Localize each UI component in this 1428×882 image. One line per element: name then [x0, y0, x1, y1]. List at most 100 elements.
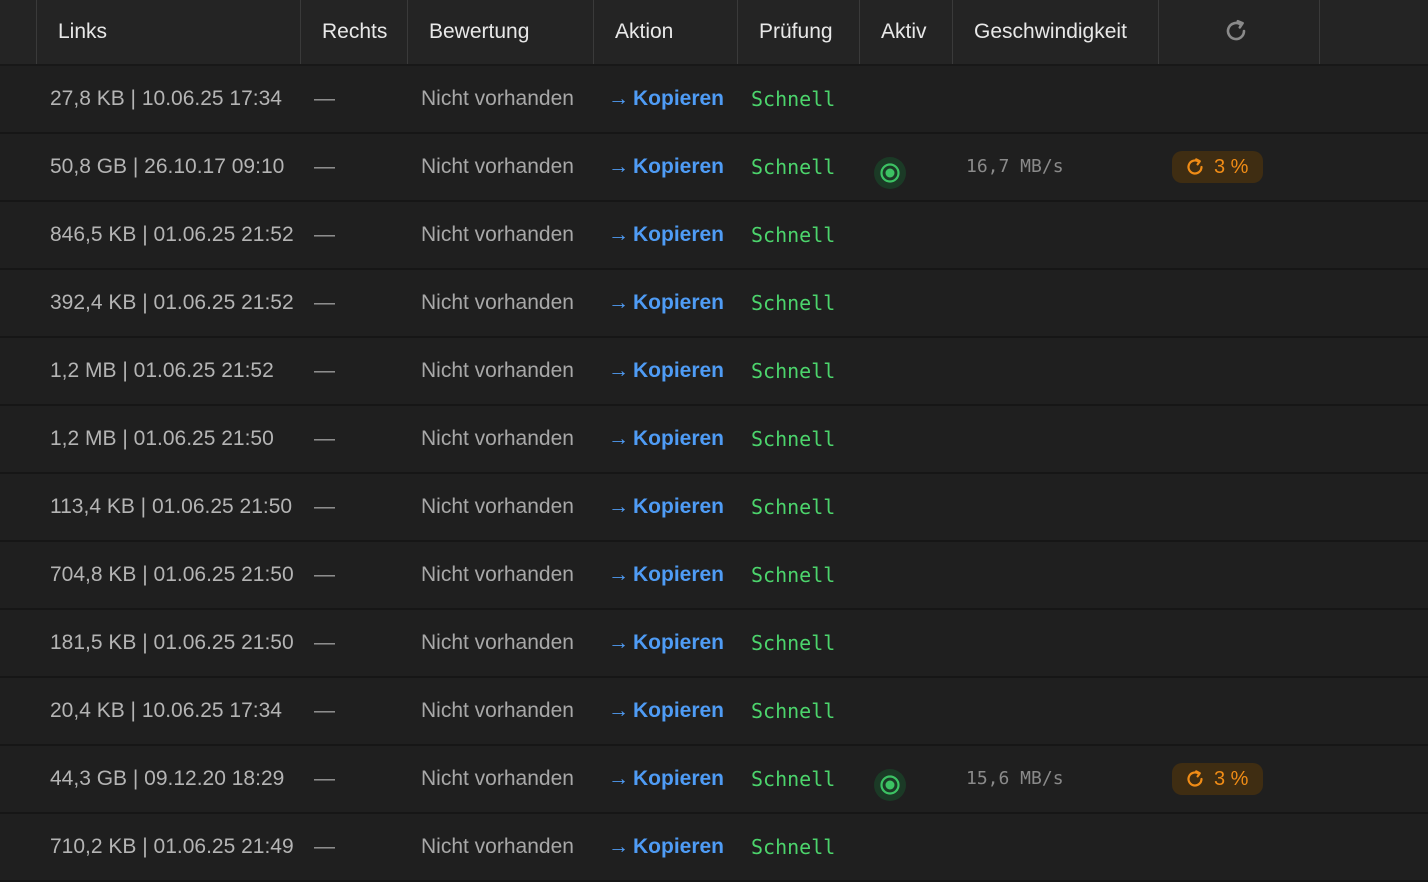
kopieren-action-label: Kopieren [633, 427, 725, 450]
column-header-rechts[interactable]: Rechts [301, 0, 408, 64]
kopieren-action-link[interactable]: → Kopieren [608, 66, 724, 132]
table-row[interactable]: 50,8 GB | 26.10.17 09:10 — Nicht vorhand… [0, 134, 1428, 202]
active-indicator-icon [873, 151, 907, 189]
pruefung-status: Schnell [751, 835, 836, 859]
links-cell: 710,2 KB | 01.06.25 21:49 [50, 835, 294, 858]
kopieren-action-label: Kopieren [633, 359, 725, 382]
progress-spinner-icon [1187, 770, 1203, 787]
kopieren-action-link[interactable]: → Kopieren [608, 270, 724, 336]
table-row[interactable]: 113,4 KB | 01.06.25 21:50 — Nicht vorhan… [0, 474, 1428, 542]
column-header-pruefung[interactable]: Prüfung [738, 0, 860, 64]
column-header-geschwindigkeit[interactable]: Geschwindigkeit [953, 0, 1159, 64]
kopieren-action-link[interactable]: → Kopieren [608, 814, 724, 880]
arrow-right-icon: → [608, 495, 629, 518]
progress-value: 3 % [1214, 768, 1249, 790]
pruefung-status: Schnell [751, 155, 836, 179]
pruefung-status: Schnell [751, 291, 836, 315]
bewertung-cell: Nicht vorhanden [421, 631, 574, 654]
kopieren-action-link[interactable]: → Kopieren [608, 406, 724, 472]
transfer-table: Links Rechts Bewertung Aktion Prüfung Ak… [0, 0, 1428, 882]
pruefung-status: Schnell [751, 427, 836, 451]
active-indicator-icon [873, 763, 907, 801]
column-header-geschwindigkeit-label: Geschwindigkeit [974, 20, 1127, 43]
table-row[interactable]: 704,8 KB | 01.06.25 21:50 — Nicht vorhan… [0, 542, 1428, 610]
table-body: 27,8 KB | 10.06.25 17:34 — Nicht vorhand… [0, 66, 1428, 882]
kopieren-action-link[interactable]: → Kopieren [608, 474, 724, 540]
pruefung-status: Schnell [751, 223, 836, 247]
pruefung-status: Schnell [751, 699, 836, 723]
column-header-pruefung-label: Prüfung [759, 20, 833, 43]
rechts-cell: — [314, 495, 335, 518]
kopieren-action-label: Kopieren [633, 563, 725, 586]
links-cell: 846,5 KB | 01.06.25 21:52 [50, 223, 294, 246]
rechts-cell: — [314, 767, 335, 790]
bewertung-cell: Nicht vorhanden [421, 767, 574, 790]
bewertung-cell: Nicht vorhanden [421, 563, 574, 586]
links-cell: 1,2 MB | 01.06.25 21:52 [50, 359, 274, 382]
column-header-bewertung-label: Bewertung [429, 20, 530, 43]
bewertung-cell: Nicht vorhanden [421, 427, 574, 450]
bewertung-cell: Nicht vorhanden [421, 495, 574, 518]
arrow-right-icon: → [608, 87, 629, 110]
kopieren-action-link[interactable]: → Kopieren [608, 678, 724, 744]
refresh-icon[interactable] [1223, 18, 1249, 44]
kopieren-action-label: Kopieren [633, 835, 725, 858]
bewertung-cell: Nicht vorhanden [421, 87, 574, 110]
kopieren-action-link[interactable]: → Kopieren [608, 542, 724, 608]
table-header: Links Rechts Bewertung Aktion Prüfung Ak… [0, 0, 1428, 66]
column-header-bewertung[interactable]: Bewertung [408, 0, 594, 64]
pruefung-status: Schnell [751, 359, 836, 383]
table-row[interactable]: 44,3 GB | 09.12.20 18:29 — Nicht vorhand… [0, 746, 1428, 814]
pruefung-status: Schnell [751, 631, 836, 655]
table-row[interactable]: 392,4 KB | 01.06.25 21:52 — Nicht vorhan… [0, 270, 1428, 338]
kopieren-action-label: Kopieren [633, 155, 725, 178]
kopieren-action-link[interactable]: → Kopieren [608, 202, 724, 268]
table-row[interactable]: 27,8 KB | 10.06.25 17:34 — Nicht vorhand… [0, 66, 1428, 134]
kopieren-action-link[interactable]: → Kopieren [608, 746, 724, 812]
speed-value: 16,7 MB/s [966, 156, 1064, 177]
speed-value: 15,6 MB/s [966, 768, 1064, 789]
column-header-aktiv[interactable]: Aktiv [860, 0, 953, 64]
arrow-right-icon: → [608, 835, 629, 858]
column-header-aktion[interactable]: Aktion [594, 0, 738, 64]
kopieren-action-label: Kopieren [633, 699, 725, 722]
arrow-right-icon: → [608, 223, 629, 246]
kopieren-action-link[interactable]: → Kopieren [608, 338, 724, 404]
kopieren-action-link[interactable]: → Kopieren [608, 134, 724, 200]
table-row[interactable]: 1,2 MB | 01.06.25 21:52 — Nicht vorhande… [0, 338, 1428, 406]
links-cell: 113,4 KB | 01.06.25 21:50 [50, 495, 293, 518]
bewertung-cell: Nicht vorhanden [421, 155, 574, 178]
column-header-links[interactable]: Links [36, 0, 301, 64]
rechts-cell: — [314, 563, 335, 586]
rechts-cell: — [314, 291, 335, 314]
column-header-aktion-label: Aktion [615, 20, 674, 43]
table-row[interactable]: 20,4 KB | 10.06.25 17:34 — Nicht vorhand… [0, 678, 1428, 746]
links-cell: 27,8 KB | 10.06.25 17:34 [50, 87, 282, 110]
kopieren-action-label: Kopieren [633, 767, 725, 790]
rechts-cell: — [314, 427, 335, 450]
links-cell: 1,2 MB | 01.06.25 21:50 [50, 427, 274, 450]
progress-value: 3 % [1214, 156, 1249, 178]
links-cell: 704,8 KB | 01.06.25 21:50 [50, 563, 294, 586]
table-row[interactable]: 846,5 KB | 01.06.25 21:52 — Nicht vorhan… [0, 202, 1428, 270]
arrow-right-icon: → [608, 427, 629, 450]
table-row[interactable]: 710,2 KB | 01.06.25 21:49 — Nicht vorhan… [0, 814, 1428, 882]
arrow-right-icon: → [608, 767, 629, 790]
column-header-aktiv-label: Aktiv [881, 20, 927, 43]
arrow-right-icon: → [608, 563, 629, 586]
kopieren-action-label: Kopieren [633, 631, 725, 654]
pruefung-status: Schnell [751, 563, 836, 587]
rechts-cell: — [314, 631, 335, 654]
arrow-right-icon: → [608, 631, 629, 654]
bewertung-cell: Nicht vorhanden [421, 359, 574, 382]
table-row[interactable]: 1,2 MB | 01.06.25 21:50 — Nicht vorhande… [0, 406, 1428, 474]
pruefung-status: Schnell [751, 767, 836, 791]
rechts-cell: — [314, 359, 335, 382]
kopieren-action-label: Kopieren [633, 223, 725, 246]
rechts-cell: — [314, 87, 335, 110]
links-cell: 44,3 GB | 09.12.20 18:29 [50, 767, 285, 790]
kopieren-action-link[interactable]: → Kopieren [608, 610, 724, 676]
pruefung-status: Schnell [751, 87, 836, 111]
bewertung-cell: Nicht vorhanden [421, 291, 574, 314]
table-row[interactable]: 181,5 KB | 01.06.25 21:50 — Nicht vorhan… [0, 610, 1428, 678]
